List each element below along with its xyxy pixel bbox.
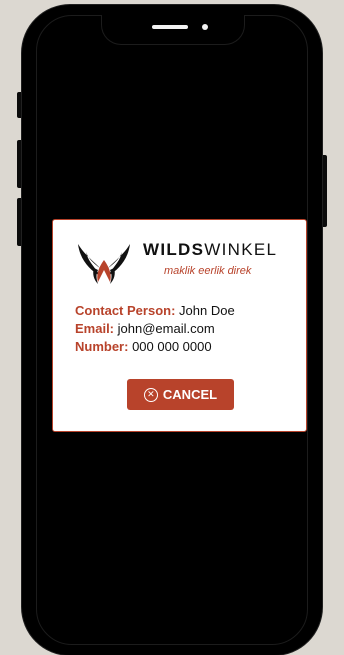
- brand-tagline: maklik eerlik direk: [164, 265, 252, 277]
- number-row: Number: 000 000 0000: [75, 338, 235, 356]
- cancel-button-label: CANCEL: [162, 387, 218, 402]
- contact-person-label: Contact Person:: [75, 303, 176, 318]
- email-value: john@email.com: [117, 321, 215, 336]
- front-camera: [202, 24, 208, 30]
- brand-name: WILDSWINKEL: [143, 240, 277, 260]
- speaker-grille: [152, 25, 188, 29]
- brand-name-bold: WILDS: [143, 240, 205, 259]
- brand-name-light: WINKEL: [204, 240, 278, 259]
- antelope-horns-logo-icon: [78, 244, 130, 284]
- contact-info: Contact Person: John Doe Email: john@ema…: [75, 302, 235, 356]
- phone-notch: [101, 15, 245, 45]
- close-circle-icon: ✕: [143, 387, 158, 402]
- page: WILDSWINKEL maklik eerlik direk Contact …: [0, 0, 344, 655]
- number-value: 000 000 0000: [132, 339, 212, 354]
- email-row: Email: john@email.com: [75, 320, 235, 338]
- contact-person-row: Contact Person: John Doe: [75, 302, 235, 320]
- contact-dialog: WILDSWINKEL maklik eerlik direk Contact …: [52, 219, 307, 432]
- cancel-button[interactable]: ✕ CANCEL: [127, 379, 234, 410]
- email-label: Email:: [75, 321, 115, 336]
- contact-person-value: John Doe: [179, 303, 235, 318]
- number-label: Number:: [75, 339, 129, 354]
